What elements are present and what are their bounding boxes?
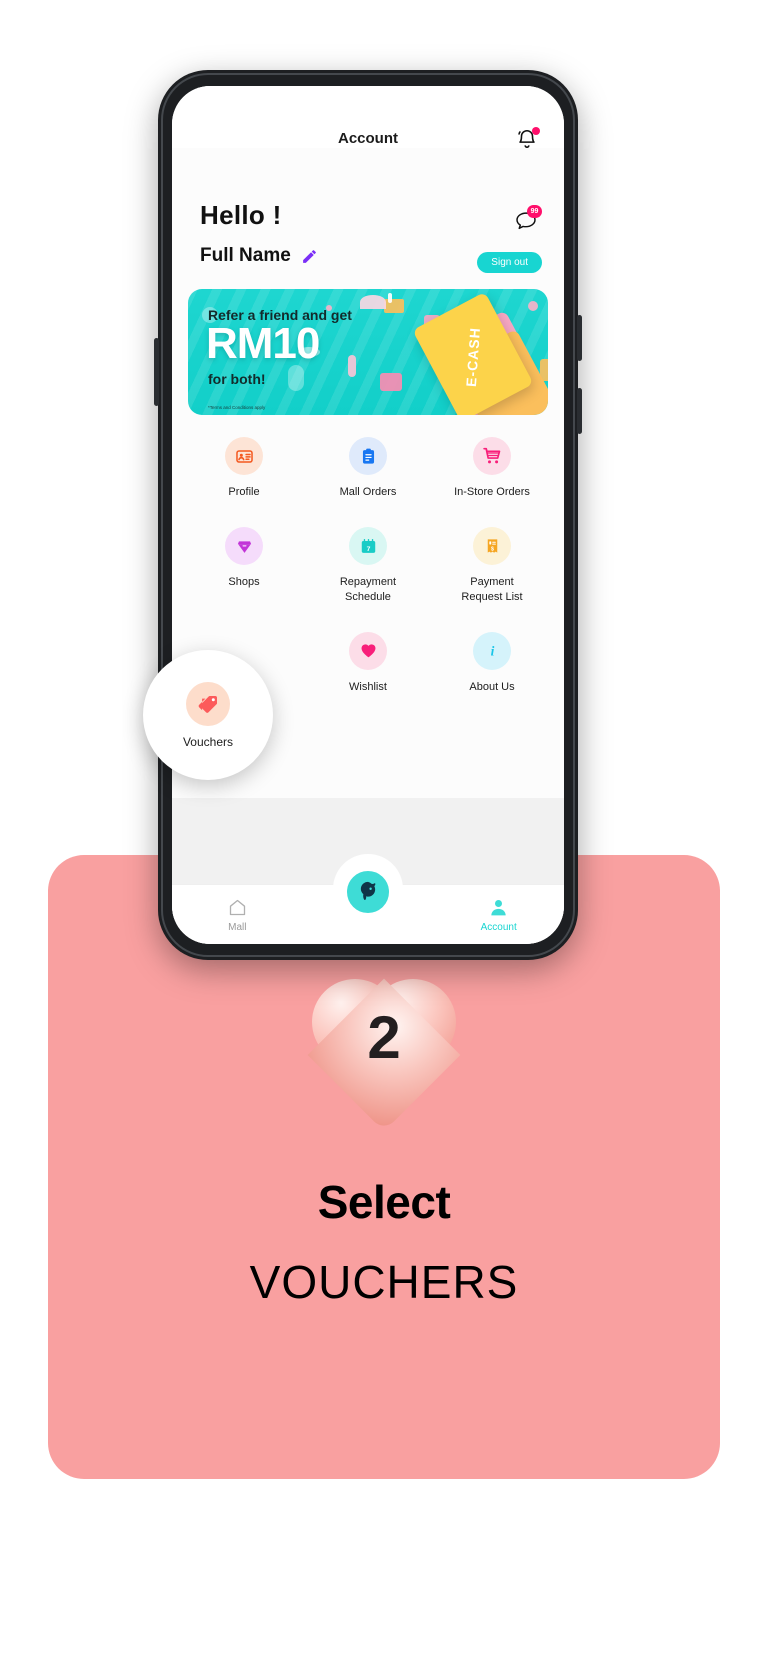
page-title: Account — [338, 130, 398, 147]
ecash-card: E-CASH — [412, 291, 534, 415]
calendar-icon: 7 — [349, 527, 387, 566]
greeting-section: Hello ! Full Name 99 Sign out — [172, 200, 564, 273]
chat-bubble-icon[interactable]: 99 — [514, 205, 542, 232]
heart-icon: 2 — [307, 977, 461, 1132]
menu-item-mall-orders[interactable]: Mall Orders — [306, 437, 430, 499]
menu-label: Profile — [228, 486, 260, 498]
menu-item-profile[interactable]: Profile — [182, 437, 306, 499]
pencil-icon[interactable] — [301, 248, 318, 265]
clipboard-icon — [349, 437, 387, 475]
home-icon — [229, 899, 245, 915]
shopping-cart-icon — [473, 437, 511, 475]
nav-label: Account — [480, 921, 517, 933]
phone-power-button — [154, 338, 159, 406]
bottom-navigation: Mall Account — [172, 854, 564, 944]
info-icon: i — [473, 631, 511, 670]
vouchers-highlight-label: Vouchers — [182, 734, 234, 749]
bell-badge — [532, 127, 540, 135]
diamond-icon — [225, 527, 263, 566]
voucher-tag-icon — [186, 681, 230, 726]
phone-volume-up-button — [577, 315, 582, 361]
instruction-line-1: Select — [317, 1176, 451, 1228]
lion-logo-icon — [360, 881, 376, 900]
heart-graphic: 2 — [48, 977, 720, 1132]
page-root: 2 Select VOUCHERS Account Hello ! Full N… — [0, 0, 768, 1659]
menu-label: About Us — [469, 680, 515, 693]
menu-item-about-us[interactable]: i About Us — [430, 631, 554, 694]
svg-text:7: 7 — [366, 546, 370, 553]
nav-center-logo-button[interactable] — [342, 866, 394, 918]
chat-badge: 99 — [527, 205, 542, 218]
svg-text:i: i — [490, 644, 494, 659]
instruction-line-2: VOUCHERS — [249, 1256, 519, 1308]
referral-banner[interactable]: E-CASH Refer a friend and get RM10 for b… — [188, 289, 548, 415]
nav-item-mall[interactable]: Mall — [172, 897, 303, 933]
menu-item-wishlist[interactable]: Wishlist — [306, 631, 430, 694]
heart-icon — [349, 631, 387, 670]
phone-screen: Account Hello ! Full Name 99 Sign out E-… — [172, 86, 564, 944]
nav-label: Mall — [228, 921, 247, 933]
nav-item-account[interactable]: Account — [433, 897, 564, 933]
bell-icon[interactable] — [516, 127, 540, 150]
menu-item-repayment-schedule[interactable]: 7 Repayment Schedule — [306, 527, 430, 604]
phone-mockup: Account Hello ! Full Name 99 Sign out E-… — [154, 70, 582, 960]
menu-label: Wishlist — [349, 680, 387, 693]
menu-label: Repayment Schedule — [339, 576, 397, 603]
receipt-icon: $ — [473, 527, 511, 566]
banner-amount: RM10 — [206, 319, 320, 368]
person-icon — [491, 899, 506, 915]
banner-terms: *Terms and Conditions apply — [208, 405, 266, 410]
menu-item-in-store-orders[interactable]: In-Store Orders — [430, 437, 554, 499]
menu-item-payment-request-list[interactable]: $ Payment Request List — [430, 527, 554, 604]
step-number: 2 — [367, 1004, 401, 1071]
user-full-name: Full Name — [200, 245, 291, 266]
menu-label: In-Store Orders — [454, 486, 530, 498]
ecash-label: E-CASH — [462, 326, 484, 388]
phone-volume-down-button — [577, 388, 582, 434]
vouchers-highlight-bubble[interactable]: Vouchers — [143, 650, 273, 780]
menu-label: Mall Orders — [339, 486, 397, 498]
svg-text:$: $ — [491, 546, 494, 552]
menu-item-shops[interactable]: Shops — [182, 527, 306, 604]
id-card-icon — [225, 437, 263, 475]
menu-label: Payment Request List — [461, 576, 523, 603]
greeting-hello: Hello ! — [200, 200, 282, 230]
banner-line-3: for both! — [208, 371, 266, 387]
app-header: Account — [172, 86, 564, 150]
sign-out-button[interactable]: Sign out — [477, 252, 542, 273]
menu-label: Shops — [228, 576, 260, 589]
